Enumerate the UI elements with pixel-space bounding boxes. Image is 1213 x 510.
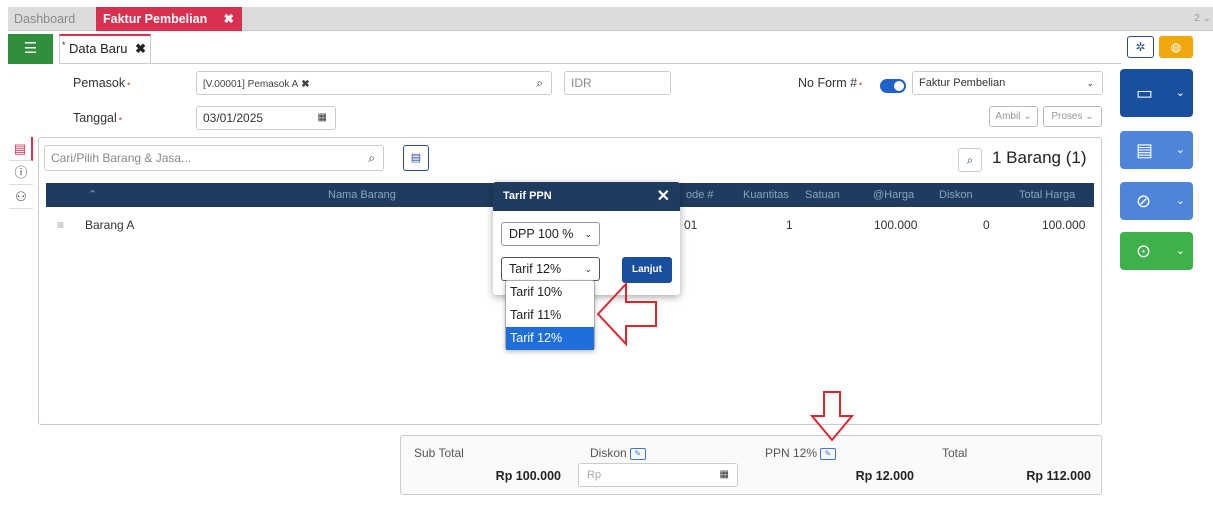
totals-bar: Sub Total Rp 100.000 Diskon ✎ Rp ▦ PPN 12… [400,435,1102,495]
search-icon[interactable]: ⌕ [368,146,375,170]
item-document-button[interactable]: ▤ [403,145,429,171]
option-tarif-11[interactable]: Tarif 11% [506,304,594,327]
arrow-left-shape [596,281,657,346]
annotation-arrow-down [810,391,854,442]
floppy-icon: ▭ [1136,83,1154,103]
annotation-arrow-left [596,281,657,346]
chevron-down-icon: ⌄ [584,229,592,239]
bulb-icon: ◍ [1170,40,1182,54]
document-icon: ▤ [410,152,422,164]
document-icon: ▤ [1136,140,1154,160]
chevron-down-icon: ⌄ [1175,195,1185,207]
chevron-down-icon: ⌄ [1086,78,1094,88]
ppn-value: Rp 12.000 [855,469,914,483]
subtab-label: Data Baru [69,41,128,56]
col-unit: Satuan [805,189,840,201]
chevron-down-icon: ⌄ [1175,245,1185,257]
subtotal-label: Sub Total [414,446,464,460]
chevron-down-icon: ⌄ [1175,87,1185,99]
top-tab-bar: Dashboard Faktur Pembelian ✖ 2 ⌄ [8,7,1213,31]
date-field[interactable]: 03/01/2025 ▦ [196,106,336,130]
form-type-select[interactable]: Faktur Pembelian ⌄ [912,71,1103,95]
cell-discount: 0 [983,218,990,232]
tab-faktur-pembelian[interactable]: Faktur Pembelian ✖ [96,7,242,31]
edit-ppn-icon[interactable]: ✎ [820,447,837,460]
more-options-button[interactable]: ⊙ ⌄ [1120,232,1193,270]
col-price: @Harga [873,189,915,201]
tab-dashboard[interactable]: Dashboard [8,7,81,31]
clear-supplier-icon[interactable]: ✖ [301,79,309,90]
attachment-button[interactable]: ⊘ ⌄ [1120,182,1193,220]
edit-discount-icon[interactable]: ✎ [629,447,646,460]
calculator-icon[interactable]: ▦ [720,464,729,486]
side-tabs: ▤ ⓘ ⚇ [9,137,33,209]
arrow-down-shape [810,391,854,442]
dialog-header: Tarif PPN ✕ [493,182,680,211]
discount-input[interactable]: Rp ▦ [578,463,738,487]
take-button[interactable]: Ambil ⌄ [989,106,1038,127]
drag-handle-icon[interactable]: ≡ [57,213,64,237]
dpp-select[interactable]: DPP 100 % ⌄ [501,222,600,246]
cell-price: 100.000 [874,218,918,232]
cell-qty: 1 [786,218,793,232]
supplier-field[interactable]: [V.00001] Pemasok A ✖ ⌕ [196,71,552,95]
dialog-title: Tarif PPN [503,190,552,202]
item-search-input[interactable]: Cari/Pilih Barang & Jasa... ⌕ [44,145,384,171]
total-label: Total [942,446,968,460]
chevron-down-icon: ⌄ [584,264,592,274]
ppn-label-wrap: PPN 12% ✎ [765,446,837,460]
col-code: ode # [686,189,714,201]
col-qty: Kuantitas [743,189,789,201]
users-tab-icon[interactable]: ⚇ [9,185,33,209]
tarif-select[interactable]: Tarif 12% ⌄ [501,257,600,281]
subtotal-value: Rp 100.000 [495,469,561,483]
paperclip-icon: ⊘ [1136,191,1152,211]
list-icon: ☰ [23,40,38,57]
tarif-dropdown-list: Tarif 10% Tarif 11% Tarif 12% [505,280,595,350]
unsaved-marker: * [62,40,66,50]
cell-total: 100.000 [1042,218,1086,232]
tab-faktur-pembelian-label: Faktur Pembelian [103,12,208,26]
col-total: Total Harga [1019,189,1076,201]
settings-button[interactable]: ✲ [1127,36,1154,58]
form-number-label: No Form # • [798,76,863,90]
gear-icon: ✲ [1135,40,1146,54]
total-value: Rp 112.000 [1026,469,1091,483]
close-dialog-icon[interactable]: ✕ [657,182,670,211]
tarif-ppn-dialog: Tarif PPN ✕ DPP 100 % ⌄ Tarif 12% ⌄ Lanj… [493,182,680,295]
divider [151,63,1121,64]
search-icon[interactable]: ⌕ [536,72,543,94]
subtab-data-baru[interactable]: * Data Baru ✖ [59,34,151,64]
close-subtab-icon[interactable]: ✖ [135,41,146,56]
cell-name: Barang A [85,218,135,232]
save-button[interactable]: ▭ ⌄ [1120,69,1193,117]
item-count: 1 Barang (1) [992,148,1087,167]
option-tarif-10[interactable]: Tarif 10% [506,281,594,304]
discount-label-wrap: Diskon ✎ [590,446,646,460]
date-label: Tanggal • [73,111,122,125]
process-button[interactable]: Proses ⌄ [1043,106,1102,127]
option-tarif-12[interactable]: Tarif 12% [506,327,594,350]
info-tab-icon[interactable]: ⓘ [9,161,33,185]
sort-icon[interactable]: ⌃ [88,183,97,207]
calendar-icon[interactable]: ▦ [318,107,327,129]
search-icon: ⌕ [966,153,974,167]
supplier-chip: [V.00001] Pemasok A ✖ [203,79,310,90]
supplier-label: Pemasok • [73,76,131,90]
currency-field[interactable]: IDR [564,71,671,95]
col-name: Nama Barang [328,189,396,201]
cell-code: 01 [684,218,698,232]
document-button[interactable]: ▤ ⌄ [1120,131,1193,169]
tips-button[interactable]: ◍ [1159,36,1193,58]
list-menu-button[interactable]: ☰ [8,34,53,64]
tabs-overflow-menu[interactable]: 2 ⌄ [1194,7,1211,31]
col-discount: Diskon [939,189,973,201]
close-tab-icon[interactable]: ✖ [224,7,234,31]
item-filter-search-button[interactable]: ⌕ [958,148,982,172]
chevron-down-icon: ⌄ [1175,144,1185,156]
ellipsis-icon: ⊙ [1136,241,1152,261]
form-number-toggle[interactable] [880,79,906,93]
items-tab-icon[interactable]: ▤ [9,137,33,161]
